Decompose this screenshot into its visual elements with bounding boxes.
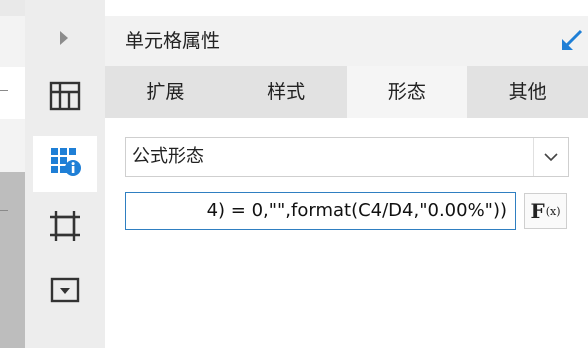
cell-property-panel: 单元格属性 扩展 样式 形态 其他 公式形态 4) = 0,"",format(… [105, 0, 588, 348]
widget-icon [48, 209, 82, 247]
chevron-right-icon[interactable] [58, 29, 70, 51]
formula-button-sub: (x) [545, 204, 561, 218]
formula-button-label: F [530, 199, 545, 223]
cell-expand-icon [48, 80, 82, 116]
formula-input[interactable]: 4) = 0,"",format(C4/D4,"0.00%")) [125, 192, 516, 230]
cell-attribute-icon [47, 145, 83, 183]
dropdown-widget-icon [48, 275, 82, 309]
sheet-header-strip [0, 0, 25, 16]
widget-button[interactable] [33, 200, 97, 256]
formula-input-value: 4) = 0,"",format(C4/D4,"0.00%")) [206, 200, 507, 221]
panel-tabs: 扩展 样式 形态 其他 [105, 66, 588, 118]
ruler-tick [0, 210, 8, 211]
tab-expand[interactable]: 扩展 [105, 66, 226, 118]
tab-style[interactable]: 样式 [226, 66, 347, 118]
tab-other[interactable]: 其他 [467, 66, 588, 118]
form-type-select-value: 公式形态 [132, 146, 204, 167]
cell-attribute-button[interactable] [33, 136, 97, 192]
tab-form[interactable]: 形态 [346, 66, 468, 118]
sheet-background [0, 0, 25, 348]
property-icon-sidebar [25, 0, 106, 348]
form-type-select[interactable]: 公式形态 [125, 137, 569, 177]
cell-expand-button[interactable] [33, 70, 97, 126]
dropdown-widget-button[interactable] [33, 264, 97, 320]
ruler-tick [0, 90, 8, 91]
sheet-cell-area [0, 67, 25, 119]
panel-title: 单元格属性 [125, 30, 221, 52]
chevron-down-icon[interactable] [533, 138, 568, 176]
sheet-dark-area [0, 172, 25, 348]
pin-arrow-icon[interactable] [560, 28, 584, 56]
panel-title-bar: 单元格属性 [105, 16, 588, 66]
formula-editor-button[interactable]: F (x) [524, 193, 567, 229]
